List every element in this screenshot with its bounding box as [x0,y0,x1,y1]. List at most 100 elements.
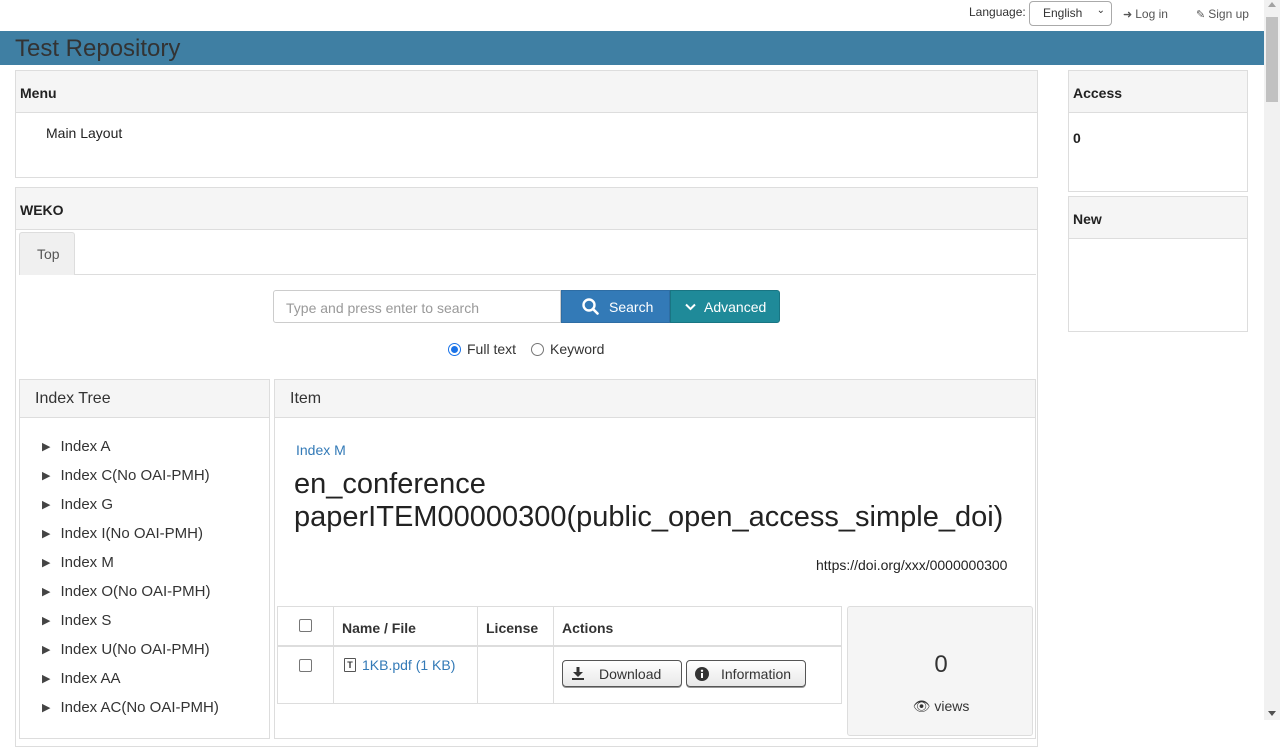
tree-item[interactable]: ▶ Index AA [42,670,121,687]
file-name: 1KB.pdf (1 KB) [362,657,456,673]
select-all-checkbox[interactable] [299,619,312,632]
keyword-radio[interactable] [531,342,544,356]
caret-right-icon[interactable]: ▶ [42,643,50,656]
top-utility-bar: Language: English ⌄ ➜ Log in ✎ Sign up [0,0,1264,30]
login-link[interactable]: ➜ Log in [1123,7,1168,21]
column-divider [553,607,554,703]
weko-heading: WEKO [16,188,1037,230]
download-button[interactable]: Download [562,660,682,687]
caret-right-icon[interactable]: ▶ [42,585,50,598]
tree-item-label: Index G [60,496,113,513]
caret-right-icon[interactable]: ▶ [42,614,50,627]
item-title: en_conference paperITEM00000300(public_o… [294,468,1004,533]
fulltext-label: Full text [467,341,517,357]
tree-item-label: Index O(No OAI-PMH) [60,583,211,600]
file-text-icon: T [344,658,356,672]
menu-heading: Menu [16,71,1037,113]
tree-item[interactable]: ▶ Index I(No OAI-PMH) [42,525,203,542]
column-divider [477,607,478,703]
new-panel: New [1068,196,1248,332]
scroll-up-arrow-icon[interactable] [1268,2,1276,7]
caret-right-icon[interactable]: ▶ [42,440,50,453]
tree-item-label: Index C(No OAI-PMH) [60,467,210,484]
caret-right-icon[interactable]: ▶ [42,556,50,569]
tree-item[interactable]: ▶ Index U(No OAI-PMH) [42,641,210,658]
login-label: Log in [1135,7,1168,21]
index-tree-heading: Index Tree [20,380,269,418]
fulltext-radio[interactable] [448,342,461,356]
tree-item-label: Index I(No OAI-PMH) [60,525,203,542]
information-label: Information [721,665,792,682]
views-label-row: 👁 views [848,698,1034,715]
language-value: English [1043,6,1083,20]
item-heading: Item [275,380,1035,418]
language-select[interactable]: English ⌄ [1029,1,1112,26]
column-divider [333,607,334,703]
tree-item-label: Index A [60,438,111,455]
tab-top[interactable]: Top [19,232,75,275]
tree-item-label: Index AC(No OAI-PMH) [60,699,219,716]
tree-item[interactable]: ▶ Index M [42,554,114,571]
menu-panel: Menu Main Layout [15,70,1038,178]
tree-item[interactable]: ▶ Index A [42,438,111,455]
eye-icon: 👁 [912,698,931,714]
file-table: Name / File License Actions T 1KB.pdf (1… [277,606,842,704]
caret-right-icon[interactable]: ▶ [42,701,50,714]
search-button[interactable]: Search [561,290,670,323]
fulltext-radio-option[interactable]: Full text [448,341,516,357]
edit-icon: ✎ [1196,8,1206,21]
search-input[interactable]: Type and press enter to search [273,290,561,323]
index-tree-panel: Index Tree ▶ Index A ▶ Index C(No OAI-PMH)… [19,379,270,739]
tab-bar: Top [19,232,1036,275]
tree-item-label: Index AA [60,670,121,687]
views-box: 0 👁 views [847,606,1033,736]
column-header-name: Name / File [342,620,416,636]
keyword-label: Keyword [550,341,605,357]
site-title[interactable]: Test Repository [15,35,180,63]
caret-right-icon[interactable]: ▶ [42,498,50,511]
signup-label: Sign up [1208,7,1249,21]
caret-right-icon[interactable]: ▶ [42,672,50,685]
vertical-scrollbar[interactable] [1264,0,1280,720]
tree-item[interactable]: ▶ Index AC(No OAI-PMH) [42,699,219,716]
column-header-actions: Actions [562,620,614,636]
file-link[interactable]: T 1KB.pdf (1 KB) [344,657,455,673]
search-icon [582,298,599,315]
advanced-search-button[interactable]: Advanced [670,290,780,323]
views-label: views [934,698,970,714]
tree-item-label: Index S [60,612,112,629]
views-count: 0 [934,651,948,678]
file-table-header: Name / File License Actions [278,607,841,647]
chevron-down-icon: ⌄ [1096,5,1105,16]
info-icon [695,666,709,681]
signup-link[interactable]: ✎ Sign up [1196,7,1249,21]
site-banner: Test Repository [0,31,1264,65]
tree-item[interactable]: ▶ Index C(No OAI-PMH) [42,467,210,484]
download-icon [572,667,584,680]
item-panel: Item Index M en_conference paperITEM0000… [274,379,1036,739]
access-count: 0 [1073,130,1081,146]
menu-item-main-layout[interactable]: Main Layout [46,125,122,141]
chevron-down-icon [685,303,696,310]
information-button[interactable]: Information [686,660,806,687]
tree-item[interactable]: ▶ Index G [42,496,113,513]
index-link[interactable]: Index M [296,442,346,458]
column-header-license: License [486,620,539,636]
tree-item-label: Index U(No OAI-PMH) [60,641,210,658]
tree-item[interactable]: ▶ Index S [42,612,111,629]
new-heading: New [1069,197,1247,239]
doi-text: https://doi.org/xxx/0000000300 [816,557,1008,573]
caret-right-icon[interactable]: ▶ [42,469,50,482]
keyword-radio-option[interactable]: Keyword [531,341,604,357]
access-panel: Access 0 [1068,70,1248,192]
language-label: Language: [969,5,1026,19]
tree-item[interactable]: ▶ Index O(No OAI-PMH) [42,583,211,600]
tree-item-label: Index M [60,554,114,571]
weko-panel: WEKO Top Type and press enter to search … [15,187,1038,747]
row-checkbox[interactable] [299,659,312,672]
sign-in-icon: ➜ [1123,8,1133,21]
search-button-label: Search [609,298,654,315]
caret-right-icon[interactable]: ▶ [42,527,50,540]
scroll-down-arrow-icon[interactable] [1268,711,1276,716]
scrollbar-thumb[interactable] [1266,17,1278,102]
